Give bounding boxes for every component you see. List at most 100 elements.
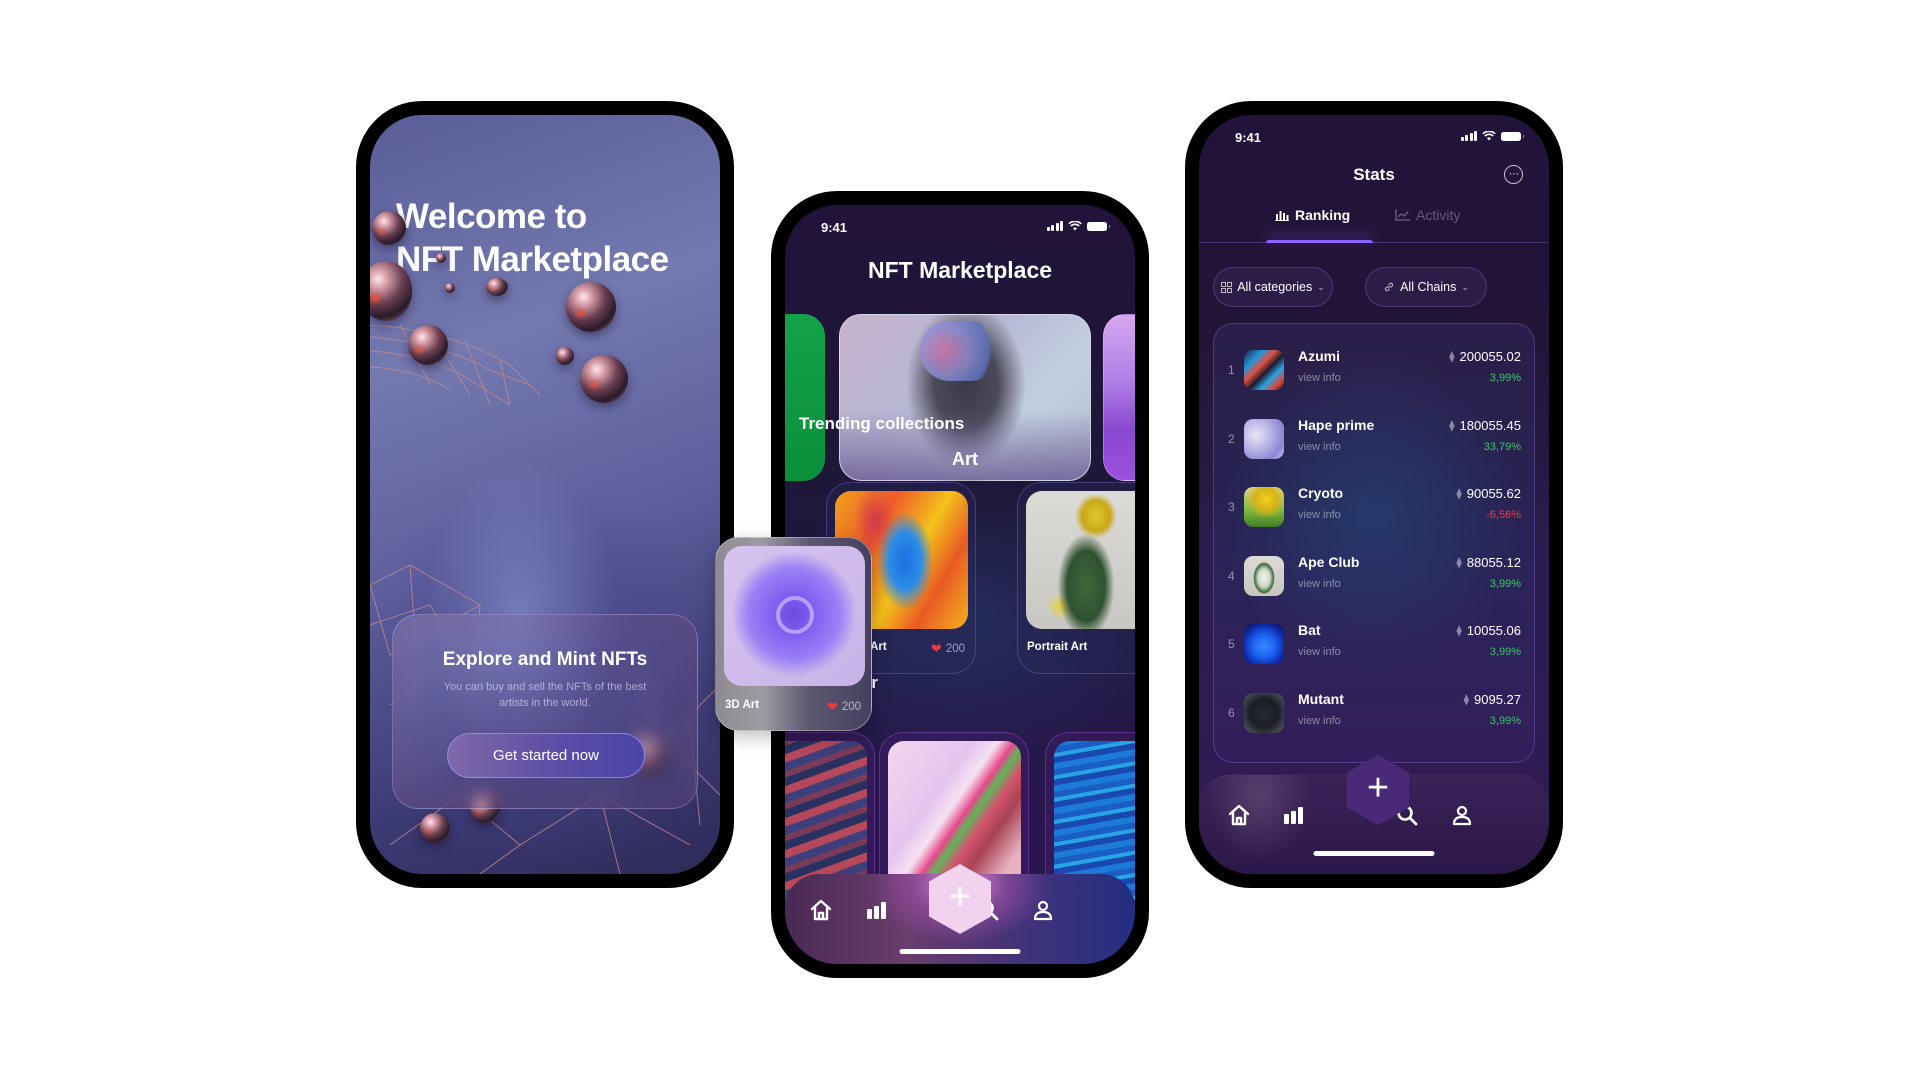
collection-name[interactable]: Hape prime [1298, 417, 1374, 433]
battery-icon [1501, 131, 1524, 141]
tab-ranking[interactable]: Ranking [1275, 207, 1350, 223]
view-info-link[interactable]: view info [1298, 715, 1341, 727]
line-chart-icon [1395, 209, 1410, 221]
chevron-down-icon: ⌄ [1461, 281, 1469, 292]
ranking-row[interactable]: 5 Bat view info ⧫ 10055.06 3,99% [1214, 618, 1534, 674]
ranking-row[interactable]: 3 Cryoto view info ⧫ 90055.62 -6,56% [1214, 481, 1534, 537]
category-filter-dropdown[interactable]: All categories ⌄ [1213, 267, 1333, 307]
like-count[interactable]: ❤ 200 [827, 699, 861, 715]
add-icon: + [948, 876, 972, 918]
filter-label: All Chains [1400, 280, 1457, 294]
intro-card-text: You can buy and sell the NFTs of the bes… [443, 681, 647, 709]
rank-number: 5 [1228, 637, 1235, 651]
price-change: 3,99% [1489, 646, 1521, 658]
get-started-button[interactable]: Get started now [447, 733, 645, 778]
chrome-orb [486, 278, 508, 296]
collection-name: 3D Art [725, 699, 760, 711]
heart-icon: ❤ [826, 699, 838, 714]
collection-name[interactable]: Bat [1298, 622, 1321, 638]
view-info-link[interactable]: view info [1298, 646, 1341, 658]
status-bar: 9:41 [1199, 115, 1549, 159]
status-time: 9:41 [1235, 130, 1262, 145]
tab-activity[interactable]: Activity [1395, 207, 1460, 223]
carousel-card-next[interactable] [1103, 314, 1135, 481]
chrome-orb [556, 347, 574, 365]
ethereum-icon: ⧫ [1463, 694, 1469, 706]
status-icons [1460, 131, 1524, 141]
signal-icon [1046, 221, 1063, 231]
collection-name[interactable]: Azumi [1298, 348, 1340, 364]
stats-icon[interactable] [862, 896, 890, 924]
view-info-link[interactable]: view info [1298, 509, 1341, 521]
collection-thumbnail [1244, 693, 1284, 733]
add-icon: + [1366, 767, 1390, 809]
chrome-orb [408, 325, 448, 365]
floor-price: 90055.62 [1466, 486, 1521, 501]
stats-screen: 9:41 Stats ⋯ Ranking Activity All catego… [1199, 115, 1549, 874]
stats-phone: 9:41 Stats ⋯ Ranking Activity All catego… [1185, 101, 1563, 888]
view-info-link[interactable]: view info [1298, 372, 1341, 384]
collection-name[interactable]: Cryoto [1298, 485, 1343, 501]
ranking-row[interactable]: 4 Ape Club view info ⧫ 88055.12 3,99% [1214, 550, 1534, 606]
price-change: 3,99% [1489, 372, 1521, 384]
trending-card-portrait-art[interactable]: Portrait Art ❤ [1017, 482, 1135, 674]
like-count[interactable]: ❤ 200 [931, 641, 965, 657]
floor-price: 10055.06 [1466, 623, 1521, 638]
signal-icon [1460, 131, 1477, 141]
ranking-row[interactable]: 6 Mutant view info ⧫ 9095.27 3,99% [1214, 687, 1534, 743]
wifi-icon [1068, 221, 1082, 231]
ranking-row[interactable]: 2 Hape prime view info ⧫ 180055.45 33,79% [1214, 413, 1534, 469]
carousel-card-art[interactable]: Art [839, 314, 1091, 481]
chevron-down-icon: ⌄ [1317, 281, 1325, 292]
onboarding-screen: Welcome to NFT Marketplace Explore and M… [370, 115, 720, 874]
collection-thumbnail [1244, 419, 1284, 459]
view-info-link[interactable]: view info [1298, 578, 1341, 590]
like-count-value: 200 [945, 643, 965, 655]
stats-icon[interactable] [1279, 801, 1307, 829]
ranking-list: 1 Azumi view info ⧫ 200055.02 3,99% 2 Hap… [1213, 323, 1535, 763]
link-icon [1385, 282, 1394, 292]
profile-icon[interactable] [1448, 801, 1476, 829]
ethereum-icon: ⧫ [1449, 351, 1455, 363]
price-change: 33,79% [1483, 441, 1521, 453]
segment-tabs: Ranking Activity [1199, 193, 1549, 243]
ethereum-icon: ⧫ [1456, 625, 1462, 637]
chain-filter-dropdown[interactable]: All Chains ⌄ [1365, 267, 1487, 307]
chrome-orb [436, 253, 446, 263]
tab-label: Activity [1416, 207, 1461, 223]
collection-image [1026, 491, 1135, 629]
collection-name[interactable]: Mutant [1298, 691, 1344, 707]
collection-name: Portrait Art [1027, 641, 1088, 653]
wifi-icon [1482, 131, 1496, 141]
ranking-row[interactable]: 1 Azumi view info ⧫ 200055.02 3,99% [1214, 344, 1534, 400]
floor-price: 88055.12 [1466, 555, 1521, 570]
home-icon[interactable] [807, 896, 835, 924]
heart-icon: ❤ [930, 641, 942, 656]
more-icon: ⋯ [1509, 168, 1519, 180]
collection-thumbnail [1244, 350, 1284, 390]
profile-icon[interactable] [1029, 896, 1057, 924]
trending-card-3d-art[interactable]: 3D Art ❤ 200 [715, 537, 872, 731]
floor-price: 200055.02 [1459, 349, 1521, 364]
collection-thumbnail [1244, 487, 1284, 527]
rank-number: 4 [1228, 569, 1235, 583]
page-title: Stats [1353, 165, 1395, 184]
collection-image [724, 546, 865, 686]
tab-label: Ranking [1295, 207, 1351, 223]
bar-chart-icon [1275, 211, 1289, 221]
more-options-button[interactable]: ⋯ [1504, 165, 1523, 184]
chrome-orb [372, 211, 406, 245]
page-title: NFT Marketplace [867, 257, 1053, 283]
rank-number: 3 [1228, 500, 1235, 514]
intro-card: Explore and Mint NFTs You can buy and se… [392, 614, 698, 809]
carousel-card-music[interactable] [785, 314, 825, 481]
home-icon[interactable] [1225, 801, 1253, 829]
chrome-orb [580, 355, 628, 403]
filter-label: All categories [1237, 280, 1313, 294]
view-info-link[interactable]: view info [1298, 441, 1341, 453]
onboarding-phone: Welcome to NFT Marketplace Explore and M… [356, 101, 734, 888]
trending-section-title: Trending collections [799, 414, 965, 433]
floor-price: 9095.27 [1474, 692, 1521, 707]
battery-icon [1087, 221, 1110, 231]
collection-name[interactable]: Ape Club [1298, 554, 1359, 570]
